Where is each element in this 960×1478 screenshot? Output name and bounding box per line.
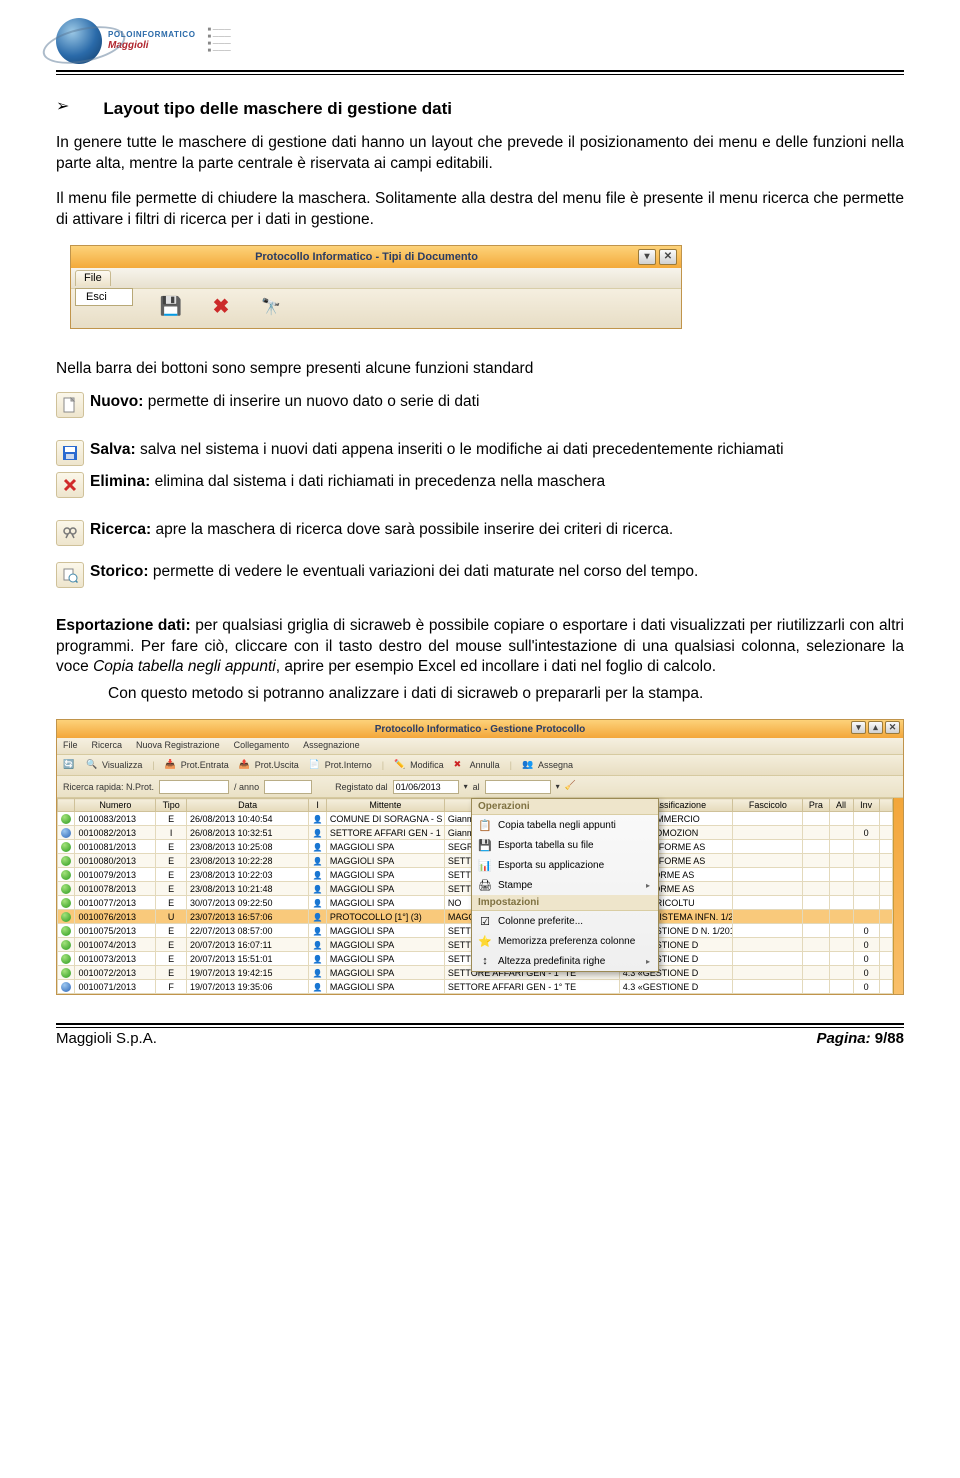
toolbar: Esci 💾 ✖ 🔭 [71, 288, 681, 328]
tb-prot-interno[interactable]: 📄Prot.Interno [309, 759, 372, 772]
save-icon-box [56, 440, 84, 466]
win2-close-button[interactable]: ✕ [885, 721, 900, 734]
tb-modifica[interactable]: ✏️Modifica [394, 759, 444, 772]
menu-file[interactable]: File [63, 740, 78, 750]
paragraph-3: Nella barra dei bottoni sono sempre pres… [56, 359, 904, 380]
export-paragraph: Esportazione dati: per qualsiasi griglia… [56, 616, 904, 679]
search-filter-btn[interactable]: 🧹 [565, 780, 578, 793]
win2-searchbar: Ricerca rapida: N.Prot. / anno Registato… [57, 776, 903, 798]
minimize-button[interactable]: ▾ [638, 249, 656, 265]
col-header[interactable]: I [309, 799, 326, 812]
col-header[interactable]: Inv [853, 799, 879, 812]
ctx-altezza-righe[interactable]: ↕Altezza predefinita righe▸ [472, 951, 658, 971]
search-dal-input[interactable] [393, 780, 459, 794]
window-title: Protocollo Informatico - Tipi di Documen… [95, 251, 638, 263]
win2-toolbar: 🔄 🔍Visualizza | 📥Prot.Entrata 📤Prot.Usci… [57, 754, 903, 776]
col-header[interactable]: Mittente [326, 799, 444, 812]
tb-refresh[interactable]: 🔄 [63, 759, 76, 772]
col-header[interactable]: All [829, 799, 853, 812]
menu-ricerca[interactable]: Ricerca [92, 740, 123, 750]
history-icon-box [56, 562, 84, 588]
func-storico: Storico: permette di vedere le eventuali… [90, 562, 904, 583]
col-header[interactable] [58, 799, 75, 812]
tb-assegna[interactable]: 👥Assegna [522, 759, 573, 772]
win2-titlebar: Protocollo Informatico - Gestione Protoc… [57, 720, 903, 738]
menu-file-dropdown-esci[interactable]: Esci [75, 288, 133, 306]
close-button[interactable]: ✕ [659, 249, 677, 265]
col-header[interactable]: Pra [803, 799, 829, 812]
search-anno-input[interactable] [264, 780, 312, 794]
bullet-icon: ➢ [56, 99, 69, 115]
ctx-esporta-file[interactable]: 💾Esporta tabella su file [472, 835, 658, 855]
ctx-section-impostazioni: Impostazioni [472, 895, 658, 911]
header-rule-2 [56, 74, 904, 75]
delete-icon-box [56, 472, 84, 498]
scrollbar[interactable] [893, 798, 903, 994]
ctx-colonne-preferite[interactable]: ☑Colonne preferite... [472, 911, 658, 931]
header-rule [56, 70, 904, 72]
binoculars-icon[interactable]: 🔭 [261, 297, 281, 317]
window-gestione-protocollo: Protocollo Informatico - Gestione Protoc… [56, 719, 904, 995]
ctx-copia-tabella[interactable]: 📋Copia tabella negli appunti [472, 815, 658, 835]
col-header[interactable]: Numero [75, 799, 156, 812]
menu-nuova-registrazione[interactable]: Nuova Registrazione [136, 740, 220, 750]
tb-prot-uscita[interactable]: 📤Prot.Uscita [239, 759, 299, 772]
globe-icon [56, 18, 102, 64]
search-label: Ricerca rapida: N.Prot. [63, 782, 154, 792]
paragraph-2: Il menu file permette di chiudere la mas… [56, 189, 904, 231]
page-footer: Maggioli S.p.A. Pagina: 9/88 [56, 1023, 904, 1047]
menubar: File [71, 268, 681, 288]
win2-grid: NumeroTipoDataIMittenteDestinatarioClass… [57, 798, 903, 994]
func-nuovo: Nuovo: permette di inserire un nuovo dat… [90, 392, 904, 413]
titlebar: Protocollo Informatico - Tipi di Documen… [71, 246, 681, 268]
footer-page: Pagina: 9/88 [816, 1030, 904, 1047]
window-tipi-documento: Protocollo Informatico - Tipi di Documen… [70, 245, 682, 329]
win2-min-button[interactable]: ▾ [851, 721, 866, 734]
tb-visualizza[interactable]: 🔍Visualizza [86, 759, 142, 772]
header-logo: POLOINFORMATICO Maggioli ■ ———■ ———■ ———… [56, 18, 904, 64]
section-title: Layout tipo delle maschere di gestione d… [103, 99, 452, 119]
search-al-input[interactable] [485, 780, 551, 794]
context-menu: Operazioni 📋Copia tabella negli appunti … [471, 798, 659, 972]
delete-icon[interactable]: ✖ [211, 297, 231, 317]
paragraph-1: In genere tutte le maschere di gestione … [56, 133, 904, 175]
table-row[interactable]: 0010071/2013F19/07/2013 19:35:06👤MAGGIOL… [58, 980, 893, 994]
save-icon[interactable]: 💾 [161, 297, 181, 317]
new-icon [56, 392, 84, 418]
tb-annulla[interactable]: ✖Annulla [454, 759, 500, 772]
ctx-memorizza-colonne[interactable]: ⭐Memorizza preferenza colonne [472, 931, 658, 951]
func-elimina: Elimina: elimina dal sistema i dati rich… [90, 472, 904, 493]
menu-assegnazione[interactable]: Assegnazione [303, 740, 360, 750]
col-header[interactable]: Fascicolo [733, 799, 803, 812]
func-ricerca: Ricerca: apre la maschera di ricerca dov… [90, 520, 904, 541]
tb-prot-entrata[interactable]: 📥Prot.Entrata [165, 759, 229, 772]
col-header[interactable]: Data [186, 799, 308, 812]
search-icon-box [56, 520, 84, 546]
func-salva: Salva: salva nel sistema i nuovi dati ap… [90, 440, 904, 461]
ctx-section-operazioni: Operazioni [472, 799, 658, 815]
search-nprot-input[interactable] [159, 780, 229, 794]
menu-file[interactable]: File [75, 270, 111, 286]
col-header[interactable]: Tipo [156, 799, 187, 812]
col-header[interactable] [879, 799, 892, 812]
win2-max-button[interactable]: ▴ [868, 721, 883, 734]
export-paragraph-2: Con questo metodo si potranno analizzare… [108, 684, 904, 705]
win2-menubar: File Ricerca Nuova Registrazione Collegamen… [57, 738, 903, 754]
logo-sublines: ■ ———■ ———■ ———■ ——— [208, 27, 231, 56]
menu-collegamento[interactable]: Collegamento [234, 740, 290, 750]
ctx-esporta-app[interactable]: 📊Esporta su applicazione [472, 855, 658, 875]
footer-company: Maggioli S.p.A. [56, 1030, 157, 1047]
ctx-stampe[interactable]: 🖨Stampe▸ [472, 875, 658, 895]
